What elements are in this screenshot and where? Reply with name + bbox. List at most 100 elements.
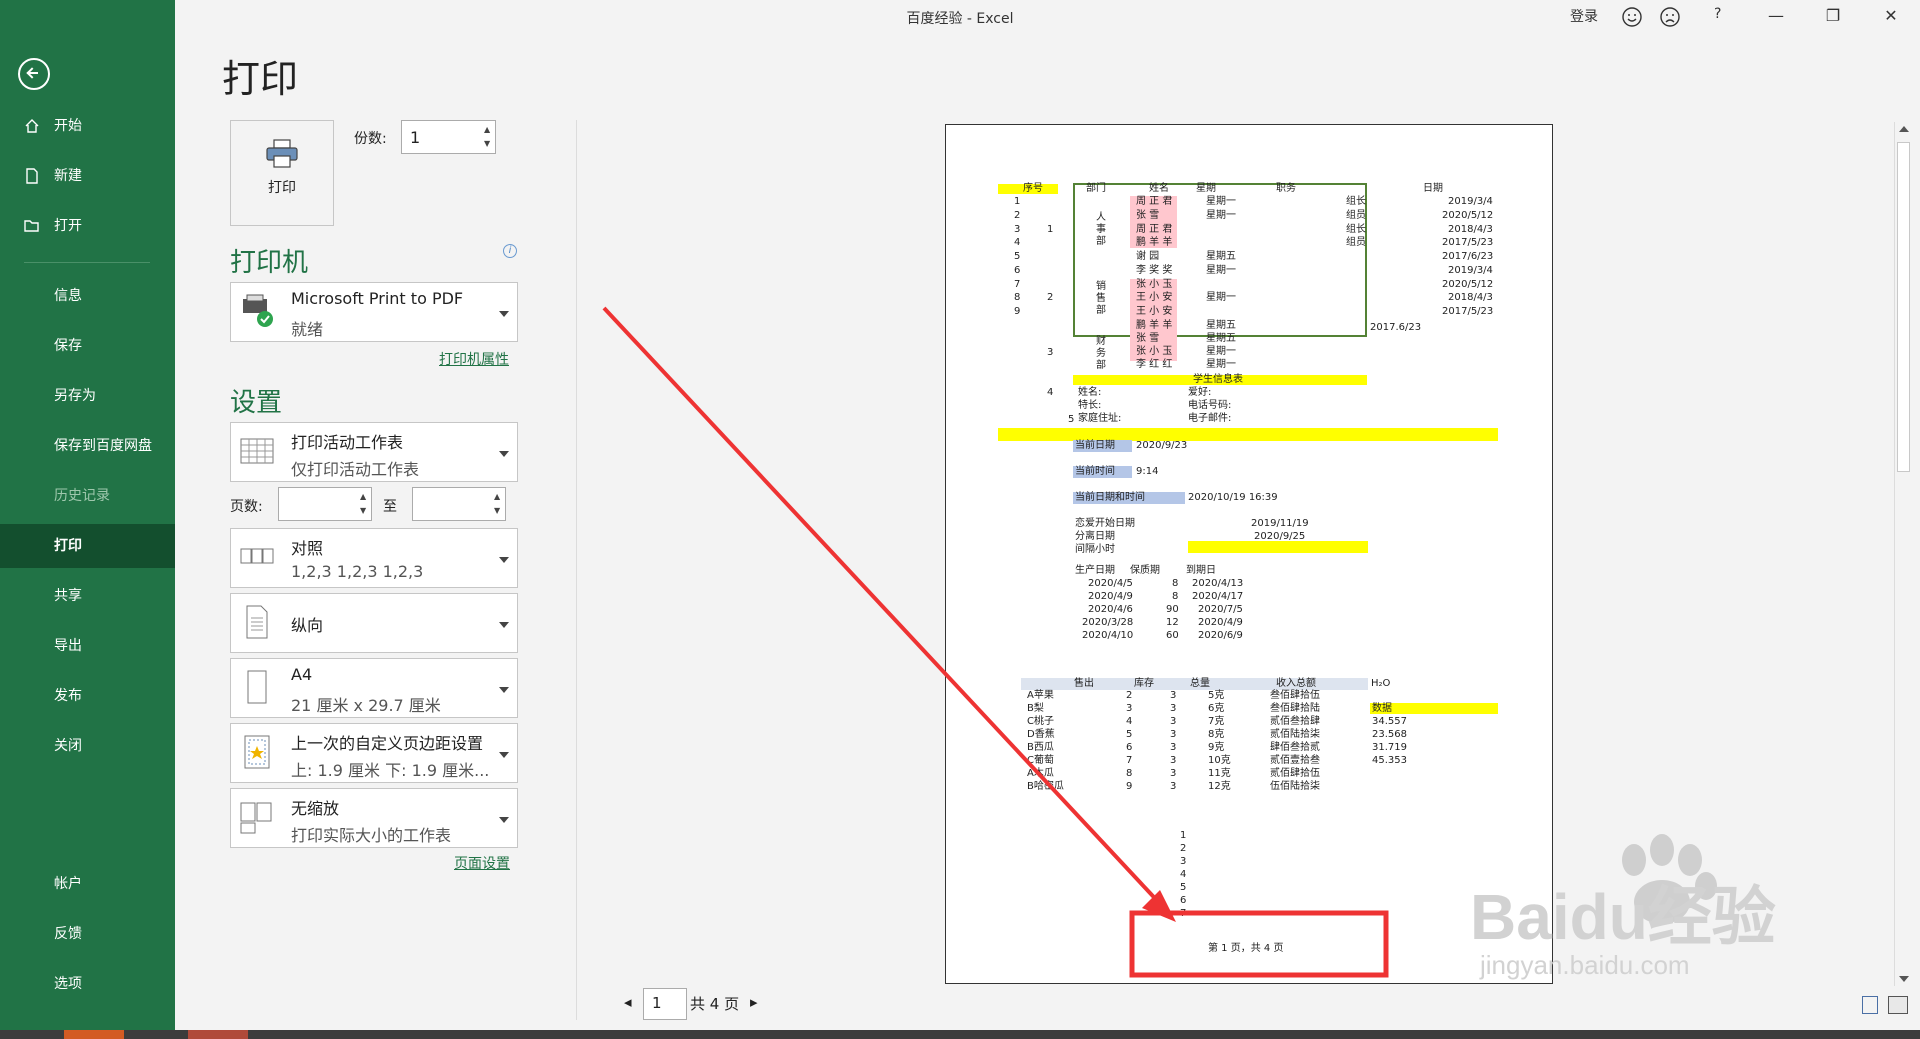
orientation-dropdown[interactable]: 纵向 — [230, 593, 518, 653]
student-title: 学生信息表 — [1193, 374, 1243, 385]
close-icon[interactable]: ✕ — [1876, 6, 1906, 30]
sidebar-item-feedback[interactable]: 反馈 — [0, 912, 175, 956]
sidebar-item-save-as[interactable]: 另存为 — [0, 374, 175, 418]
scroll-thumb[interactable] — [1897, 142, 1910, 472]
prod-cell: 2020/4/17 — [1192, 591, 1244, 602]
role-cell: 组员 — [1346, 237, 1366, 248]
login-link[interactable]: 登录 — [1570, 6, 1598, 30]
group-cell: 3 — [1047, 347, 1054, 358]
name-cell: 周 正 君 — [1136, 196, 1173, 207]
sidebar-item-label: 打印 — [54, 538, 82, 554]
scroll-up-icon[interactable] — [1899, 126, 1909, 132]
date-cell: 2017/5/23 — [1442, 237, 1494, 248]
back-arrow-icon[interactable] — [18, 58, 50, 90]
sidebar-item-publish[interactable]: 发布 — [0, 674, 175, 718]
print-what-dropdown[interactable]: 打印活动工作表 仅打印活动工作表 — [230, 422, 518, 482]
sidebar-item-home[interactable]: 开始 — [0, 104, 175, 148]
minimize-icon[interactable]: — — [1761, 6, 1791, 30]
sidebar-item-share[interactable]: 共享 — [0, 574, 175, 618]
role-cell: 组员 — [1346, 210, 1366, 221]
prod-header: 到期日 — [1186, 565, 1216, 576]
printer-dropdown[interactable]: Microsoft Print to PDF 就绪 — [230, 282, 518, 342]
sidebar-item-options[interactable]: 选项 — [0, 962, 175, 1006]
print-what-sub: 仅打印活动工作表 — [291, 460, 420, 479]
spin-up-icon[interactable]: ▲ — [360, 490, 368, 504]
preview-scrollbar[interactable] — [1894, 122, 1912, 986]
spin-up-icon[interactable]: ▲ — [494, 490, 502, 504]
pages-from-input[interactable]: ▲ ▼ — [278, 487, 372, 521]
header-role: 职务 — [1276, 183, 1296, 194]
collate-dropdown[interactable]: 对照 1,2,3 1,2,3 1,2,3 — [230, 528, 518, 588]
taskbar-item — [188, 1030, 248, 1039]
scroll-down-icon[interactable] — [1899, 976, 1909, 982]
sidebar-item-account[interactable]: 帐户 — [0, 862, 175, 906]
student-field: 电话号码: — [1188, 400, 1232, 411]
paper-main: A4 — [291, 665, 313, 684]
restore-icon[interactable]: ❐ — [1818, 6, 1848, 30]
sidebar-item-label: 共享 — [54, 588, 82, 604]
print-button[interactable]: 打印 — [230, 120, 334, 226]
sidebar-item-info[interactable]: 信息 — [0, 274, 175, 318]
margins-dropdown[interactable]: 上一次的自定义页边距设置 上: 1.9 厘米 下: 1.9 厘米... — [230, 723, 518, 783]
sales-header: 售出 — [1074, 678, 1094, 689]
seq-cell: 5 — [1014, 251, 1021, 262]
info-icon[interactable]: i — [503, 244, 517, 258]
sidebar-item-label: 保存到百度网盘 — [54, 438, 152, 454]
prev-page-icon[interactable]: ◂ — [624, 993, 632, 1011]
data-label: 数据 — [1372, 703, 1392, 714]
love-start: 2019/11/19 — [1251, 518, 1309, 529]
sales-cell: 6 — [1126, 742, 1133, 753]
sidebar-item-save-baidu[interactable]: 保存到百度网盘 — [0, 424, 175, 468]
next-page-icon[interactable]: ▸ — [750, 993, 758, 1011]
sales-cell: 11克 — [1208, 768, 1231, 779]
sales-cell: 贰佰壹拾叁 — [1270, 755, 1320, 766]
sidebar-item-open[interactable]: 打开 — [0, 204, 175, 248]
sidebar-item-label: 打开 — [54, 218, 82, 234]
sidebar-item-new[interactable]: 新建 — [0, 154, 175, 198]
help-icon[interactable]: ? — [1714, 6, 1721, 30]
printer-properties-link[interactable]: 打印机属性 — [439, 349, 509, 369]
paper-size-dropdown[interactable]: A4 21 厘米 x 29.7 厘米 — [230, 658, 518, 718]
week-cell: 星期一 — [1206, 359, 1236, 370]
spin-down-icon[interactable]: ▼ — [484, 137, 492, 151]
prod-cell: 60 — [1166, 630, 1179, 641]
taskbar-item — [64, 1030, 124, 1039]
margins-icon — [244, 735, 270, 769]
student-field: 家庭住址: — [1078, 413, 1122, 424]
seq-cell: 2 — [1014, 210, 1021, 221]
breakup-label: 分离日期 — [1075, 531, 1115, 542]
sales-cell: 5 — [1126, 729, 1133, 740]
page-setup-link[interactable]: 页面设置 — [454, 853, 510, 873]
sales-cell: 9克 — [1208, 742, 1225, 753]
week-cell: 星期一 — [1206, 210, 1236, 221]
sales-cell: 3 — [1170, 781, 1177, 792]
sales-cell: B西瓜 — [1027, 742, 1054, 753]
prod-cell: 12 — [1166, 617, 1179, 628]
page-number-input[interactable]: 1 — [643, 988, 687, 1020]
love-start-label: 恋爱开始日期 — [1075, 518, 1135, 529]
week-cell: 星期五 — [1206, 333, 1236, 344]
seq-cell: 6 — [1014, 265, 1021, 276]
pages-to-input[interactable]: ▲ ▼ — [412, 487, 506, 521]
show-margins-icon[interactable] — [1862, 996, 1878, 1014]
spin-down-icon[interactable]: ▼ — [360, 504, 368, 518]
spin-down-icon[interactable]: ▼ — [494, 504, 502, 518]
sidebar-item-print[interactable]: 打印 — [0, 524, 175, 568]
zoom-to-page-icon[interactable] — [1888, 996, 1908, 1014]
frown-icon[interactable] — [1659, 6, 1681, 30]
printer-icon — [266, 139, 298, 168]
spin-up-icon[interactable]: ▲ — [484, 123, 492, 137]
sidebar-item-export[interactable]: 导出 — [0, 624, 175, 668]
scaling-dropdown[interactable]: 无缩放 打印实际大小的工作表 — [230, 788, 518, 848]
smile-icon[interactable] — [1621, 6, 1643, 30]
seq-cell: 8 — [1014, 292, 1021, 303]
printer-status: 就绪 — [291, 320, 324, 339]
sidebar-item-save[interactable]: 保存 — [0, 324, 175, 368]
printer-name: Microsoft Print to PDF — [291, 289, 464, 308]
sidebar-item-close[interactable]: 关闭 — [0, 724, 175, 768]
sidebar-item-label: 关闭 — [54, 738, 82, 754]
role-cell: 组长 — [1346, 224, 1366, 235]
sidebar-item-history[interactable]: 历史记录 — [0, 474, 175, 518]
name-cell: 张 小 玉 — [1136, 346, 1173, 357]
copies-input[interactable]: 1 ▲ ▼ — [401, 120, 496, 154]
